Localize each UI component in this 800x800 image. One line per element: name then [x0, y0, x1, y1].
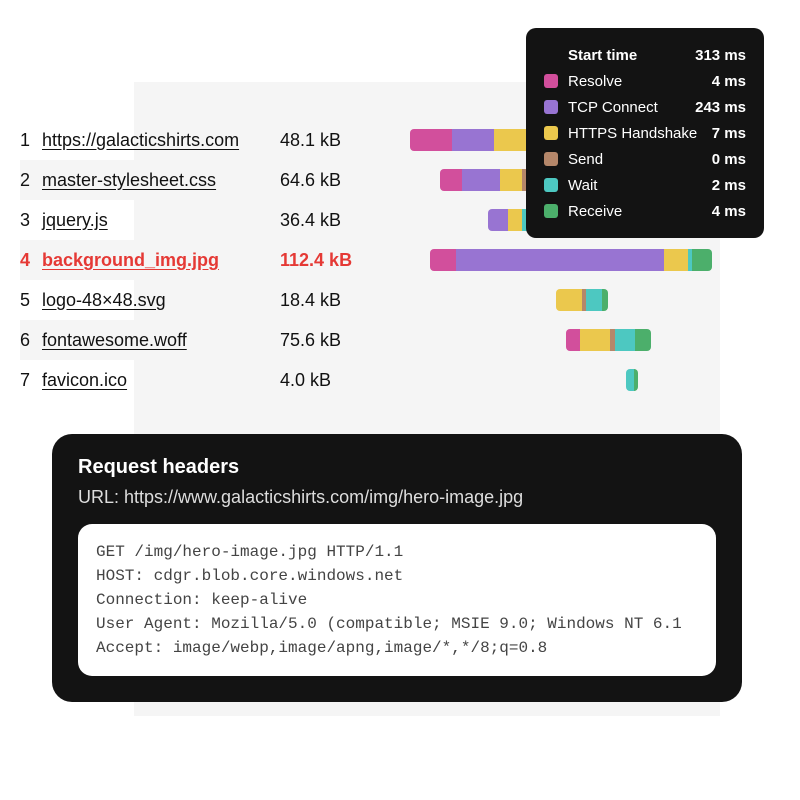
resource-name-link[interactable]: logo-48×48.svg — [42, 290, 166, 311]
legend-value: 0 ms — [712, 151, 746, 168]
legend-title-value: 313 ms — [695, 47, 746, 64]
legend-value: 7 ms — [712, 125, 746, 142]
legend-item: Wait 2 ms — [544, 172, 746, 198]
segment-tcp — [456, 249, 664, 271]
legend-swatch — [544, 178, 558, 192]
resource-size: 112.4 kB — [280, 250, 352, 271]
resource-name-link[interactable]: background_img.jpg — [42, 250, 219, 271]
segment-resolve — [430, 249, 456, 271]
legend-item: TCP Connect 243 ms — [544, 94, 746, 120]
segment-https — [508, 209, 522, 231]
segment-resolve — [566, 329, 580, 351]
legend-swatch — [544, 126, 558, 140]
legend-value: 243 ms — [695, 99, 746, 116]
segment-wait — [586, 289, 602, 311]
legend-item: Receive 4 ms — [544, 198, 746, 224]
legend-swatch — [544, 152, 558, 166]
timing-bar — [430, 249, 712, 271]
segment-receive — [634, 369, 638, 391]
row-index: 7 — [20, 370, 42, 391]
resource-row[interactable]: 6fontawesome.woff 75.6 kB — [20, 320, 700, 360]
panel-title: Request headers — [78, 456, 716, 479]
segment-https — [664, 249, 688, 271]
segment-https — [500, 169, 522, 191]
legend-swatch — [544, 74, 558, 88]
timing-bar — [556, 289, 608, 311]
request-headers-panel: Request headers URL: https://www.galacti… — [52, 434, 742, 702]
panel-url: URL: https://www.galacticshirts.com/img/… — [78, 487, 716, 508]
resource-name-link[interactable]: https://galacticshirts.com — [42, 130, 239, 151]
row-index: 2 — [20, 170, 42, 191]
row-index: 4 — [20, 250, 42, 271]
row-index: 6 — [20, 330, 42, 351]
resource-row[interactable]: 7favicon.ico 4.0 kB — [20, 360, 700, 400]
segment-wait — [615, 329, 635, 351]
legend-value: 2 ms — [712, 177, 746, 194]
segment-receive — [602, 289, 608, 311]
segment-tcp — [462, 169, 500, 191]
resource-size: 36.4 kB — [280, 210, 341, 231]
resource-size: 48.1 kB — [280, 130, 341, 151]
legend-title-label: Start time — [568, 47, 637, 64]
segment-https — [556, 289, 582, 311]
raw-headers: GET /img/hero-image.jpg HTTP/1.1 HOST: c… — [78, 524, 716, 676]
segment-resolve — [440, 169, 462, 191]
resource-size: 18.4 kB — [280, 290, 341, 311]
segment-receive — [635, 329, 651, 351]
legend-label: Resolve — [568, 73, 622, 90]
segment-receive — [692, 249, 712, 271]
resource-name-link[interactable]: fontawesome.woff — [42, 330, 187, 351]
segment-wait — [626, 369, 634, 391]
legend-item: HTTPS Handshake 7 ms — [544, 120, 746, 146]
legend-start-time: Start time 313 ms — [544, 42, 746, 68]
legend-label: HTTPS Handshake — [568, 125, 697, 142]
segment-resolve — [410, 129, 452, 151]
resource-size: 4.0 kB — [280, 370, 331, 391]
timing-legend: Start time 313 ms Resolve 4 ms TCP Connect… — [526, 28, 764, 238]
segment-tcp — [488, 209, 508, 231]
legend-label: Wait — [568, 177, 597, 194]
timing-bar — [566, 329, 651, 351]
row-index: 5 — [20, 290, 42, 311]
legend-value: 4 ms — [712, 203, 746, 220]
legend-item: Resolve 4 ms — [544, 68, 746, 94]
segment-https — [580, 329, 610, 351]
legend-swatch — [544, 204, 558, 218]
legend-label: Send — [568, 151, 603, 168]
resource-name-link[interactable]: master-stylesheet.css — [42, 170, 216, 191]
legend-value: 4 ms — [712, 73, 746, 90]
resource-row[interactable]: 5logo-48×48.svg 18.4 kB — [20, 280, 700, 320]
row-index: 1 — [20, 130, 42, 151]
resource-size: 75.6 kB — [280, 330, 341, 351]
row-index: 3 — [20, 210, 42, 231]
segment-tcp — [452, 129, 494, 151]
resource-size: 64.6 kB — [280, 170, 341, 191]
legend-label: Receive — [568, 203, 622, 220]
legend-swatch — [544, 100, 558, 114]
legend-item: Send 0 ms — [544, 146, 746, 172]
resource-row[interactable]: 4background_img.jpg 112.4 kB — [20, 240, 700, 280]
timing-bar — [626, 369, 638, 391]
resource-name-link[interactable]: favicon.ico — [42, 370, 127, 391]
legend-label: TCP Connect — [568, 99, 658, 116]
resource-name-link[interactable]: jquery.js — [42, 210, 108, 231]
